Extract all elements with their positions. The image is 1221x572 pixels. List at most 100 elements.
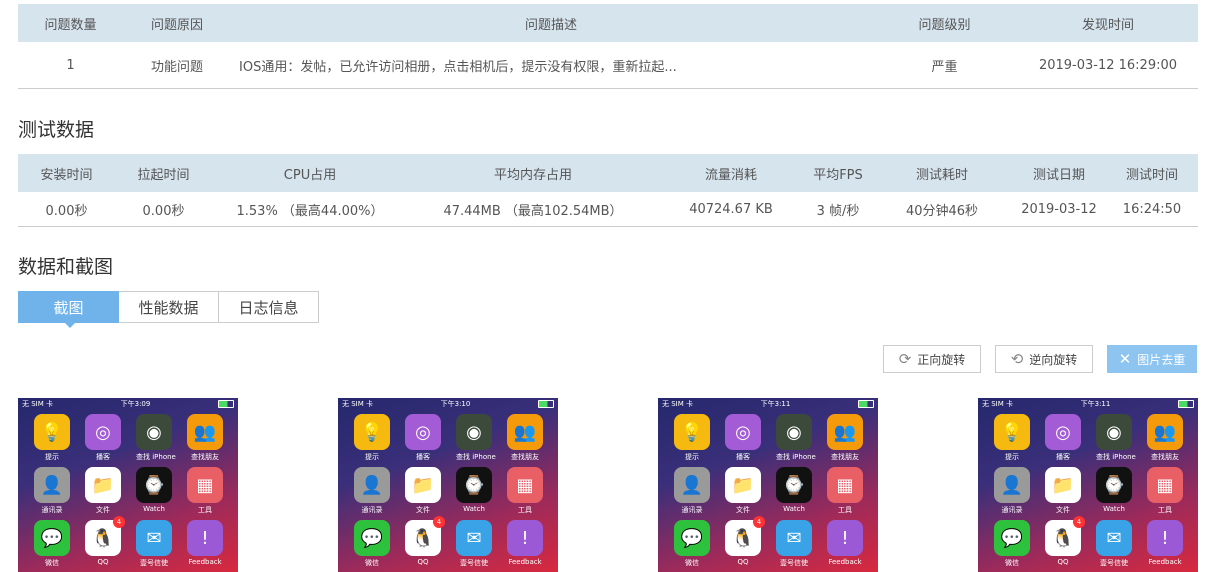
battery-icon (537, 400, 554, 408)
battery-icon (217, 400, 234, 408)
app-tile: 🐧 4 QQ (1045, 516, 1085, 568)
screenshot-thumbnail[interactable]: 无 SIM 卡 下午3:11 💡 提示 ◎ 播客 ◉ 查找 iPhone 👥 查找朋友 👤 通讯录 📁 文… (658, 398, 878, 572)
app-tile: 📁 文件 (85, 467, 121, 515)
notification-badge: 4 (113, 516, 125, 528)
app-tile: 👤 通讯录 (354, 467, 390, 515)
issue-desc[interactable]: IOS通用：发帖，已允许访问相册，点击相机后，提示没有权限，重新拉起... (231, 42, 871, 89)
app-label: 提示 (45, 453, 59, 461)
close-icon: ✕ (1118, 350, 1132, 368)
messenger-icon: ✉ (776, 520, 812, 556)
podcasts-icon: ◎ (85, 414, 121, 450)
app-tile: ◉ 查找 iPhone (136, 414, 176, 462)
app-tile: ⌚ Watch (776, 467, 812, 515)
app-tile: ▦ 工具 (1147, 467, 1183, 515)
col-test-time: 测试时间 (1106, 154, 1198, 192)
status-time: 下午3:11 (1080, 400, 1111, 408)
app-label: 查找朋友 (1151, 453, 1179, 461)
app-tile: ⌚ Watch (456, 467, 492, 515)
app-label: 壹号信使 (140, 559, 168, 567)
app-label: Feedback (1148, 558, 1182, 566)
issue-time: 2019-03-12 16:29:00 (1018, 42, 1198, 89)
app-tile: ⌚ Watch (136, 467, 172, 515)
rotate-clockwise-button[interactable]: ⟳ 正向旋转 (883, 345, 981, 373)
app-label: 壹号信使 (780, 559, 808, 567)
app-label: Watch (463, 505, 485, 513)
wechat-icon: 💬 (354, 520, 390, 556)
app-label: 播客 (1056, 453, 1070, 461)
app-tile: 💬 微信 (354, 520, 390, 568)
screenshot-thumbnail[interactable]: 无 SIM 卡 下午3:10 💡 提示 ◎ 播客 ◉ 查找 iPhone 👥 查找朋友 👤 通讯录 📁 文… (338, 398, 558, 572)
app-tile: ! Feedback (827, 520, 863, 568)
app-label: 文件 (416, 506, 430, 514)
app-label: 播客 (416, 453, 430, 461)
install-time: 0.00秒 (18, 192, 115, 227)
tab-logs[interactable]: 日志信息 (219, 291, 319, 323)
rotate-counterclockwise-button[interactable]: ⟲ 逆向旋转 (995, 345, 1093, 373)
app-tile: 📁 文件 (405, 467, 441, 515)
test-duration: 40分钟46秒 (872, 192, 1012, 227)
watch-icon: ⌚ (1096, 467, 1132, 503)
find-friends-icon: 👥 (827, 414, 863, 450)
app-label: Watch (143, 505, 165, 513)
app-tile: 👤 通讯录 (674, 467, 710, 515)
avg-fps: 3 帧/秒 (804, 192, 872, 227)
app-tile: 💡 提示 (994, 414, 1030, 462)
podcasts-icon: ◎ (725, 414, 761, 450)
app-label: 文件 (1056, 506, 1070, 514)
col-duration: 测试耗时 (872, 154, 1012, 192)
files-icon: 📁 (405, 467, 441, 503)
app-label: Feedback (508, 558, 542, 566)
tab-performance[interactable]: 性能数据 (119, 291, 219, 323)
issue-level: 严重 (871, 42, 1018, 89)
find-iphone-icon: ◉ (136, 414, 172, 450)
app-tile: ▦ 工具 (507, 467, 543, 515)
feedback-icon: ! (827, 520, 863, 556)
app-label: 查找朋友 (831, 453, 859, 461)
app-label: 播客 (96, 453, 110, 461)
app-label: 壹号信使 (460, 559, 488, 567)
app-tile: ◉ 查找 iPhone (1096, 414, 1136, 462)
find-friends-icon: 👥 (1147, 414, 1183, 450)
qq-icon: 🐧 4 (1045, 516, 1085, 556)
app-tile: 💡 提示 (354, 414, 390, 462)
tools-icon: ▦ (187, 467, 223, 503)
app-tile: 👤 通讯录 (34, 467, 70, 515)
memory-usage: 47.44MB （最高102.54MB） (408, 192, 658, 227)
issue-count: 1 (18, 42, 123, 89)
dedupe-label: 图片去重 (1137, 352, 1186, 367)
find-iphone-icon: ◉ (456, 414, 492, 450)
app-label: 提示 (685, 453, 699, 461)
dedupe-images-button[interactable]: ✕ 图片去重 (1107, 345, 1197, 373)
app-tile: 📁 文件 (725, 467, 761, 515)
col-issue-count: 问题数量 (18, 4, 123, 42)
tips-icon: 💡 (34, 414, 70, 450)
app-label: 通讯录 (41, 506, 63, 514)
tab-screenshots[interactable]: 截图 (18, 291, 119, 328)
contacts-icon: 👤 (994, 467, 1030, 503)
contacts-icon: 👤 (354, 467, 390, 503)
app-label: 查找 iPhone (456, 453, 496, 461)
app-tile: 👥 查找朋友 (507, 414, 543, 462)
table-row: 0.00秒 0.00秒 1.53% （最高44.00%） 47.44MB （最高… (18, 192, 1198, 227)
app-label: Feedback (188, 558, 222, 566)
tips-icon: 💡 (994, 414, 1030, 450)
app-tile: 👥 查找朋友 (827, 414, 863, 462)
table-row[interactable]: 1 功能问题 IOS通用：发帖，已允许访问相册，点击相机后，提示没有权限，重新拉… (18, 42, 1198, 89)
app-tile: 💡 提示 (34, 414, 70, 462)
app-label: 提示 (365, 453, 379, 461)
app-label: QQ (1057, 558, 1069, 566)
col-launch-time: 拉起时间 (115, 154, 212, 192)
battery-icon (1177, 400, 1194, 408)
app-tile: ◎ 播客 (725, 414, 761, 462)
app-tile: ✉ 壹号信使 (1096, 520, 1132, 568)
screenshot-thumbnail[interactable]: 无 SIM 卡 下午3:11 💡 提示 ◎ 播客 ◉ 查找 iPhone 👥 查找朋友 👤 通讯录 📁 文… (978, 398, 1198, 572)
notification-badge: 4 (1073, 516, 1085, 528)
app-tile: ◎ 播客 (405, 414, 441, 462)
app-label: 工具 (198, 506, 212, 514)
find-iphone-icon: ◉ (1096, 414, 1132, 450)
rotate-cw-label: 正向旋转 (917, 352, 966, 367)
screenshot-thumbnail[interactable]: 无 SIM 卡 下午3:09 💡 提示 ◎ 播客 ◉ 查找 iPhone 👥 查找朋友 👤 通讯录 📁 文… (18, 398, 238, 572)
app-tile: ✉ 壹号信使 (456, 520, 492, 568)
app-label: 查找 iPhone (136, 453, 176, 461)
watch-icon: ⌚ (456, 467, 492, 503)
